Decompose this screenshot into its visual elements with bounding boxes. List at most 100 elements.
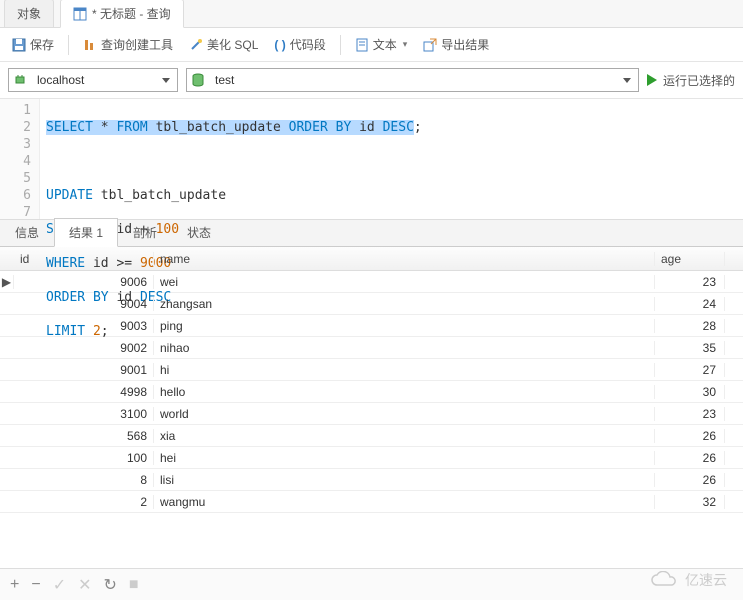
kw: DESC <box>383 120 414 135</box>
cell-id[interactable]: 9001 <box>14 363 154 377</box>
chevron-down-icon <box>155 78 177 83</box>
query-builder-button[interactable]: 查询创建工具 <box>77 32 179 57</box>
braces-icon: ( ) <box>274 38 285 52</box>
cell-age[interactable]: 35 <box>655 341 725 355</box>
code-segment-button[interactable]: ( ) 代码段 <box>268 32 331 57</box>
export-result-button[interactable]: 导出结果 <box>417 32 495 57</box>
line-number: 4 <box>0 153 31 170</box>
cell-name[interactable]: zhangsan <box>154 297 655 311</box>
chevron-down-icon <box>616 78 638 83</box>
toolbar-separator <box>68 35 69 55</box>
cancel-button[interactable]: ✕ <box>78 575 91 595</box>
watermark-text: 亿速云 <box>685 570 727 590</box>
table-row[interactable]: 4998hello30 <box>0 381 743 403</box>
tab-query[interactable]: * 无标题 - 查询 <box>60 0 184 28</box>
cell-name[interactable]: wei <box>154 275 655 289</box>
play-icon <box>647 74 657 86</box>
line-gutter: 1 2 3 4 5 6 7 <box>0 99 40 219</box>
beautify-sql-button[interactable]: 美化 SQL <box>183 32 264 57</box>
line-number: 1 <box>0 102 31 119</box>
apply-button[interactable]: ✓ <box>53 575 66 595</box>
grid-body: ▶9006wei239004zhangsan249003ping289002ni… <box>0 271 743 513</box>
cell-name[interactable]: hei <box>154 451 655 465</box>
cell-id[interactable]: 568 <box>14 429 154 443</box>
tab-profile[interactable]: 剖析 <box>118 218 172 246</box>
export-label: 导出结果 <box>441 36 489 53</box>
line-number: 3 <box>0 136 31 153</box>
run-selected-button[interactable]: 运行已选择的 <box>647 72 735 89</box>
result-grid: id name age ▶9006wei239004zhangsan249003… <box>0 247 743 513</box>
cell-age[interactable]: 23 <box>655 407 725 421</box>
tab-info[interactable]: 信息 <box>0 218 54 246</box>
delete-record-button[interactable]: − <box>31 576 40 594</box>
cell-id[interactable]: 9006 <box>14 275 154 289</box>
cell-name[interactable]: ping <box>154 319 655 333</box>
cell-age[interactable]: 27 <box>655 363 725 377</box>
table-row[interactable]: 9001hi27 <box>0 359 743 381</box>
row-marker: ▶ <box>0 275 14 289</box>
refresh-button[interactable]: ↻ <box>104 575 117 595</box>
cell-name[interactable]: nihao <box>154 341 655 355</box>
stop-button[interactable]: ■ <box>129 576 139 594</box>
record-toolbar: + − ✓ ✕ ↻ ■ <box>0 568 743 600</box>
cell-id[interactable]: 9004 <box>14 297 154 311</box>
save-button[interactable]: 保存 <box>6 32 60 57</box>
table-row[interactable]: 8lisi26 <box>0 469 743 491</box>
cell-id[interactable]: 3100 <box>14 407 154 421</box>
tab-query-label: * 无标题 - 查询 <box>92 5 171 22</box>
tab-result-1[interactable]: 结果 1 <box>54 218 118 247</box>
cell-name[interactable]: hello <box>154 385 655 399</box>
code-area[interactable]: SELECT * FROM tbl_batch_update ORDER BY … <box>40 99 428 219</box>
database-value: test <box>209 73 616 87</box>
cell-age[interactable]: 26 <box>655 473 725 487</box>
watermark: 亿速云 <box>651 570 727 590</box>
cell-age[interactable]: 30 <box>655 385 725 399</box>
cell-id[interactable]: 4998 <box>14 385 154 399</box>
cell-name[interactable]: hi <box>154 363 655 377</box>
save-label: 保存 <box>30 36 54 53</box>
cell-name[interactable]: xia <box>154 429 655 443</box>
export-icon <box>423 38 437 52</box>
connection-dropdown[interactable]: localhost <box>8 68 178 92</box>
table-row[interactable]: 568xia26 <box>0 425 743 447</box>
cell-id[interactable]: 2 <box>14 495 154 509</box>
cloud-icon <box>651 571 679 589</box>
cell-id[interactable]: 9002 <box>14 341 154 355</box>
database-dropdown[interactable]: test <box>186 68 639 92</box>
cell-age[interactable]: 28 <box>655 319 725 333</box>
cell-id[interactable]: 9003 <box>14 319 154 333</box>
document-icon <box>355 38 369 52</box>
database-icon <box>187 73 209 87</box>
cell-age[interactable]: 26 <box>655 451 725 465</box>
query-builder-label: 查询创建工具 <box>101 36 173 53</box>
column-header-id[interactable]: id <box>14 252 154 266</box>
wand-icon <box>189 38 203 52</box>
table-row[interactable]: 2wangmu32 <box>0 491 743 513</box>
code-segment-label: 代码段 <box>290 36 326 53</box>
cell-id[interactable]: 100 <box>14 451 154 465</box>
kw: FROM <box>116 120 147 135</box>
cell-name[interactable]: world <box>154 407 655 421</box>
run-label: 运行已选择的 <box>663 72 735 89</box>
tok: tbl_batch_update <box>148 120 289 135</box>
save-icon <box>12 38 26 52</box>
toolbar: 保存 查询创建工具 美化 SQL ( ) 代码段 文本 ▾ 导出结果 <box>0 28 743 62</box>
cell-age[interactable]: 24 <box>655 297 725 311</box>
cell-age[interactable]: 26 <box>655 429 725 443</box>
cell-age[interactable]: 23 <box>655 275 725 289</box>
selector-row: localhost test 运行已选择的 <box>0 62 743 99</box>
cell-name[interactable]: wangmu <box>154 495 655 509</box>
table-row[interactable]: 3100world23 <box>0 403 743 425</box>
tok: id <box>351 120 382 135</box>
cell-id[interactable]: 8 <box>14 473 154 487</box>
column-header-name[interactable]: name <box>154 252 655 266</box>
text-button[interactable]: 文本 ▾ <box>349 32 414 57</box>
cell-name[interactable]: lisi <box>154 473 655 487</box>
add-record-button[interactable]: + <box>10 576 19 594</box>
cell-age[interactable]: 32 <box>655 495 725 509</box>
tab-objects[interactable]: 对象 <box>4 0 54 27</box>
column-header-age[interactable]: age <box>655 252 725 266</box>
table-row[interactable]: 100hei26 <box>0 447 743 469</box>
tab-status[interactable]: 状态 <box>172 218 226 246</box>
sql-editor[interactable]: 1 2 3 4 5 6 7 SELECT * FROM tbl_batch_up… <box>0 99 743 219</box>
